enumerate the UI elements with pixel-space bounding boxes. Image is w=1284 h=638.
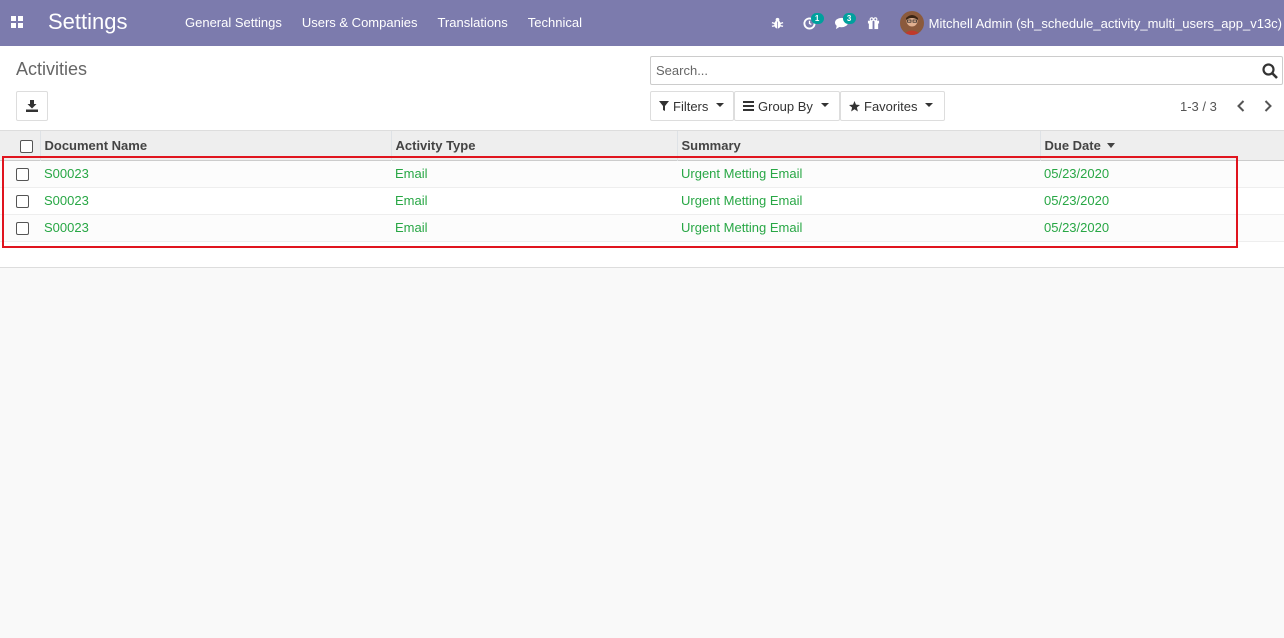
filters-label: Filters xyxy=(673,98,709,114)
row-select-cell xyxy=(0,214,40,241)
activities-list: Document Name Activity Type Summary Due … xyxy=(0,131,1284,268)
filter-icon xyxy=(659,101,669,111)
cell-document-name[interactable]: S00023 xyxy=(40,214,391,241)
user-menu[interactable]: Mitchell Admin (sh_schedule_activity_mul… xyxy=(890,0,1284,46)
cell-due-date[interactable]: 05/23/2020 xyxy=(1040,187,1284,214)
search-box xyxy=(650,56,1283,85)
table-row[interactable]: S00023 Email Urgent Metting Email 05/23/… xyxy=(0,214,1284,241)
table-empty-row xyxy=(0,241,1284,267)
cell-activity-type[interactable]: Email xyxy=(391,214,677,241)
breadcrumb-title: Activities xyxy=(16,59,88,79)
column-summary[interactable]: Summary xyxy=(676,131,1040,160)
filters-button[interactable]: Filters xyxy=(650,91,734,121)
search-input[interactable] xyxy=(651,57,1251,84)
control-panel: Activities Filters Group By Favorites 1-… xyxy=(0,46,1284,131)
menu-translations[interactable]: Translations xyxy=(427,0,517,46)
favorites-button[interactable]: Favorites xyxy=(840,91,945,121)
cell-document-name[interactable]: S00023 xyxy=(40,187,391,214)
menu-general-settings[interactable]: General Settings xyxy=(175,0,292,46)
message-count-badge: 3 xyxy=(842,13,856,24)
cell-due-date[interactable]: 05/23/2020 xyxy=(1040,214,1284,241)
cell-summary[interactable]: Urgent Metting Email xyxy=(677,214,1040,241)
row-select-cell xyxy=(0,187,40,214)
select-all-checkbox[interactable] xyxy=(20,139,33,153)
chevron-down-icon xyxy=(925,102,934,107)
table-row[interactable]: S00023 Email Urgent Metting Email 05/23/… xyxy=(0,187,1284,214)
column-due-date[interactable]: Due Date xyxy=(1039,131,1284,160)
download-icon xyxy=(26,100,38,112)
activity-clock-icon[interactable]: 1 xyxy=(794,0,826,46)
app-title[interactable]: Settings xyxy=(48,9,128,35)
menu-technical[interactable]: Technical xyxy=(518,0,592,46)
cell-summary[interactable]: Urgent Metting Email xyxy=(677,160,1040,187)
column-document-name[interactable]: Document Name xyxy=(39,131,391,160)
debug-bug-icon[interactable] xyxy=(762,0,794,46)
select-all-cell xyxy=(0,131,40,160)
search-icon[interactable] xyxy=(1262,63,1278,79)
export-download-button[interactable] xyxy=(16,91,48,121)
row-checkbox[interactable] xyxy=(16,168,29,182)
main-menu: General Settings Users & Companies Trans… xyxy=(175,0,592,46)
systray: 1 3 Mitchell Admin (sh_schedule_activity… xyxy=(762,0,1284,46)
row-checkbox[interactable] xyxy=(16,222,29,236)
cell-document-name[interactable]: S00023 xyxy=(40,160,391,187)
column-activity-type[interactable]: Activity Type xyxy=(390,131,677,160)
row-checkbox[interactable] xyxy=(16,195,29,209)
favorites-label: Favorites xyxy=(864,98,918,114)
table-row[interactable]: S00023 Email Urgent Metting Email 05/23/… xyxy=(0,160,1284,187)
user-avatar xyxy=(899,11,924,35)
cell-activity-type[interactable]: Email xyxy=(391,160,677,187)
messaging-chat-icon[interactable]: 3 xyxy=(826,0,858,46)
bars-icon xyxy=(743,101,754,111)
cell-summary[interactable]: Urgent Metting Email xyxy=(677,187,1040,214)
chevron-left-icon xyxy=(1237,100,1245,112)
cell-due-date[interactable]: 05/23/2020 xyxy=(1040,160,1284,187)
sort-desc-icon xyxy=(1106,142,1115,148)
chevron-right-icon xyxy=(1264,100,1272,112)
pager-value[interactable]: 1-3 / 3 xyxy=(1180,99,1217,114)
chevron-down-icon xyxy=(716,102,725,107)
activity-count-badge: 1 xyxy=(810,13,824,24)
user-name: Mitchell Admin (sh_schedule_activity_mul… xyxy=(928,15,1282,31)
cell-activity-type[interactable]: Email xyxy=(391,187,677,214)
star-icon xyxy=(849,100,860,112)
activities-table: Document Name Activity Type Summary Due … xyxy=(0,131,1284,267)
row-select-cell xyxy=(0,160,40,187)
pager-previous-button[interactable] xyxy=(1232,97,1250,115)
pager-next-button[interactable] xyxy=(1259,97,1277,115)
apps-menu-icon[interactable] xyxy=(6,11,28,33)
menu-users-companies[interactable]: Users & Companies xyxy=(292,0,428,46)
table-header-row: Document Name Activity Type Summary Due … xyxy=(0,131,1284,160)
top-navbar: Settings General Settings Users & Compan… xyxy=(0,0,1284,46)
groupby-button[interactable]: Group By xyxy=(734,91,840,121)
column-due-date-label: Due Date xyxy=(1044,137,1101,153)
groupby-label: Group By xyxy=(758,98,813,114)
gift-icon[interactable] xyxy=(858,0,890,46)
chevron-down-icon xyxy=(820,102,829,107)
